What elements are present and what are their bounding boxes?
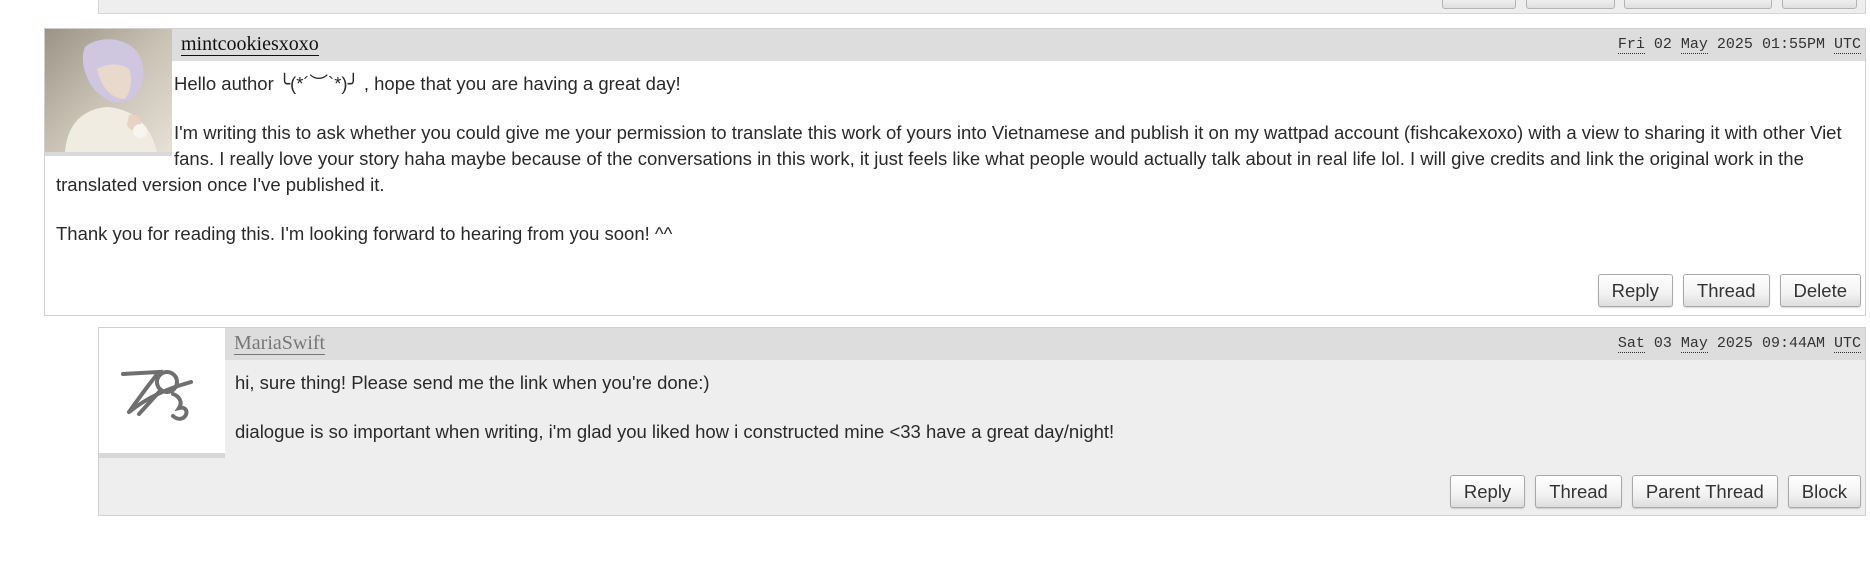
date-number: 03	[1653, 335, 1672, 352]
comment-body: hi, sure thing! Please send me the link …	[235, 370, 1835, 468]
previous-comment-button[interactable]	[1782, 0, 1857, 9]
reply-button[interactable]: Reply	[1597, 274, 1673, 307]
year: 2025	[1716, 36, 1753, 53]
comment-timestamp: Sat 03 May 2025 09:44AM UTC	[1617, 335, 1861, 353]
timezone-abbr: UTC	[1833, 36, 1861, 54]
comment-actions: Reply Thread Delete	[1597, 274, 1861, 307]
comment-body: Hello author ╰(*´︶`*)╯ , hope that you a…	[56, 71, 1851, 270]
comment-paragraph: Thank you for reading this. I'm looking …	[56, 223, 673, 244]
reply-button[interactable]: Reply	[1449, 475, 1526, 508]
comment-paragraph: hi, sure thing! Please send me the link …	[235, 372, 710, 393]
thread-button[interactable]: Thread	[1682, 274, 1770, 307]
comment-paragraph: dialogue is so important when writing, i…	[235, 421, 1115, 442]
parent-thread-button[interactable]: Parent Thread	[1631, 475, 1778, 508]
month-abbr: May	[1680, 36, 1708, 54]
comment-header: MariaSwift Sat 03 May 2025 09:44AM UTC	[225, 328, 1865, 360]
comment-header: mintcookiesxoxo Fri 02 May 2025 01:55PM …	[172, 29, 1865, 61]
day-abbr: Sat	[1617, 335, 1645, 353]
default-avatar-icon	[99, 328, 225, 453]
year: 2025	[1716, 335, 1753, 352]
comment-timestamp: Fri 02 May 2025 01:55PM UTC	[1617, 36, 1861, 54]
previous-comment-button[interactable]	[1526, 0, 1615, 9]
month-abbr: May	[1680, 335, 1708, 353]
username-link[interactable]: mintcookiesxoxo	[181, 34, 319, 56]
day-abbr: Fri	[1617, 36, 1645, 54]
username-link[interactable]: MariaSwift	[234, 333, 326, 355]
comment-reply: MariaSwift Sat 03 May 2025 09:44AM UTC h…	[98, 327, 1866, 516]
previous-comment-button[interactable]	[1624, 0, 1772, 9]
comment-paragraph: I'm writing this to ask whether you coul…	[56, 122, 1842, 195]
user-avatar[interactable]	[99, 328, 225, 458]
avatar-float-spacer	[56, 71, 174, 159]
previous-comment-button[interactable]	[1442, 0, 1516, 9]
block-button[interactable]: Block	[1787, 475, 1861, 508]
time: 09:44AM	[1761, 335, 1825, 352]
time: 01:55PM	[1761, 36, 1825, 53]
comment-paragraph: Hello author ╰(*´︶`*)╯ , hope that you a…	[174, 73, 681, 94]
comment-actions: Reply Thread Parent Thread Block	[1449, 475, 1861, 508]
timezone-abbr: UTC	[1833, 335, 1861, 353]
thread-button[interactable]: Thread	[1535, 475, 1622, 508]
delete-button[interactable]: Delete	[1779, 274, 1861, 307]
comment: mintcookiesxoxo Fri 02 May 2025 01:55PM …	[44, 28, 1866, 316]
date-number: 02	[1653, 36, 1672, 53]
